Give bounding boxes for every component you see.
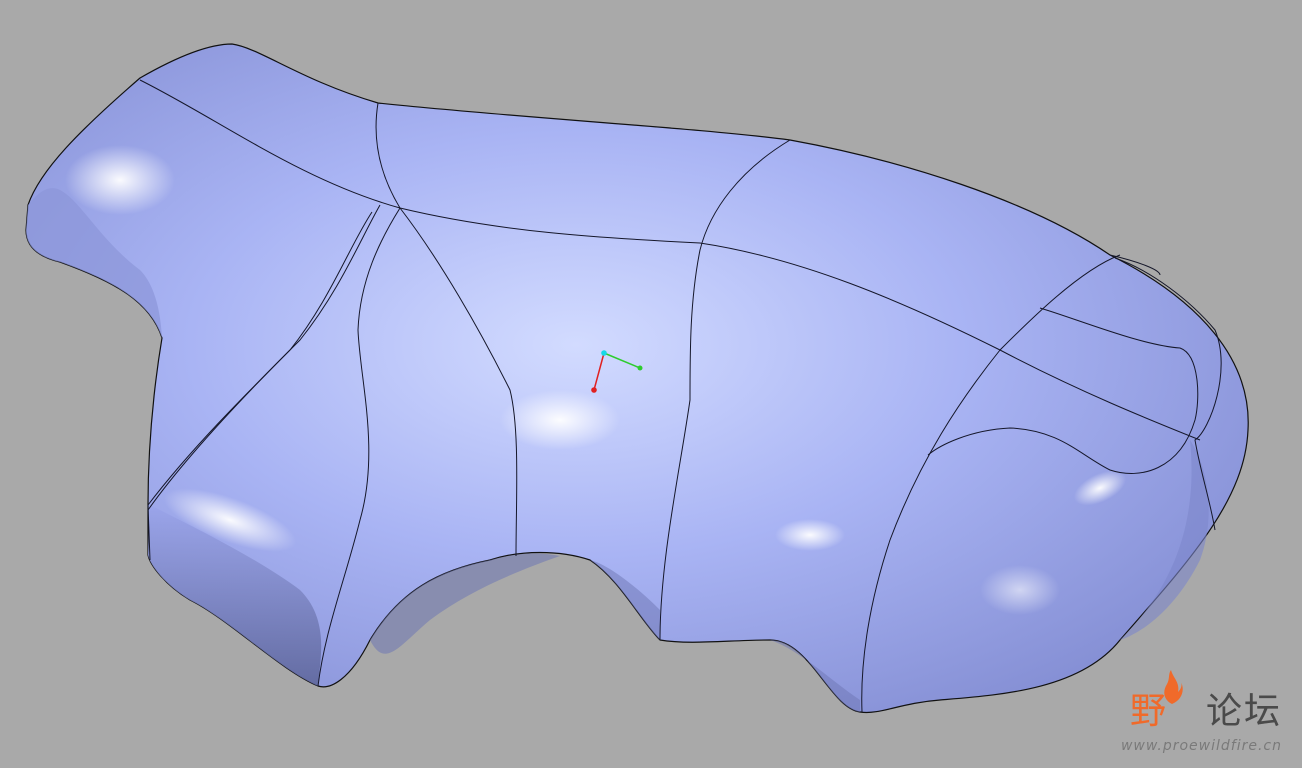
csys-z-dot bbox=[591, 387, 597, 393]
grip-body[interactable] bbox=[25, 43, 1249, 714]
watermark-title-part2: 论坛 bbox=[1205, 691, 1282, 732]
highlight-left bbox=[65, 145, 175, 215]
highlight-center bbox=[500, 390, 620, 450]
watermark-url: www.proewildfire.cn bbox=[1120, 738, 1282, 754]
watermark-title: 野火论坛 bbox=[1130, 682, 1282, 734]
forum-watermark: 野火论坛 www.proewildfire.cn bbox=[1092, 670, 1282, 756]
csys-origin-dot bbox=[601, 350, 607, 356]
model-render[interactable] bbox=[0, 0, 1302, 768]
highlight-right-front bbox=[775, 519, 845, 551]
watermark-title-part1: 野 bbox=[1129, 691, 1168, 732]
highlight-right-lower bbox=[980, 565, 1060, 615]
csys-x-dot bbox=[637, 365, 643, 371]
3d-viewport[interactable]: 野火论坛 www.proewildfire.cn bbox=[0, 0, 1302, 768]
